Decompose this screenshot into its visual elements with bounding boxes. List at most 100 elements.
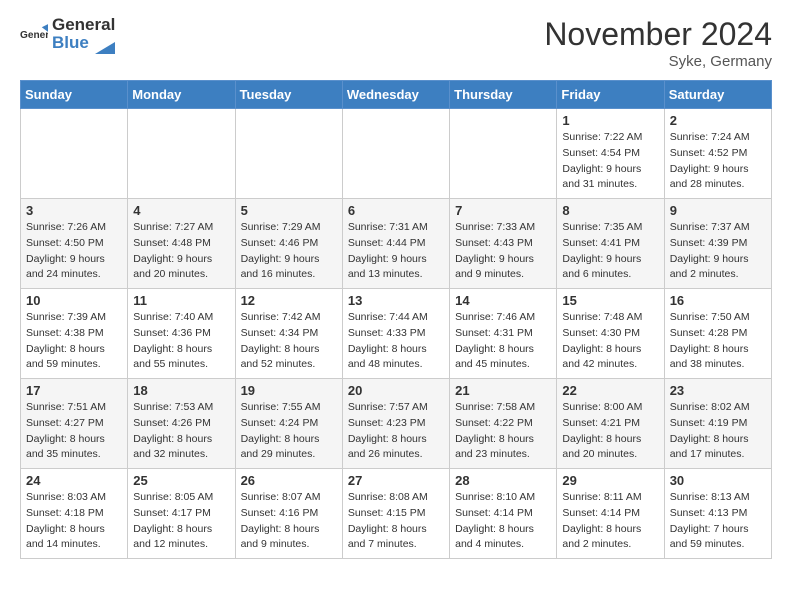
- table-row: 10Sunrise: 7:39 AM Sunset: 4:38 PM Dayli…: [21, 289, 128, 379]
- day-number: 15: [562, 293, 658, 308]
- table-row: 18 Sunrise: 7:53 AM Sunset: 4:26 PM Dayli…: [128, 379, 235, 469]
- day-info: Sunrise: 7:26 AM Sunset: 4:50 PM Dayligh…: [26, 220, 122, 283]
- logo-icon: General: [20, 21, 48, 49]
- day-number: 19: [241, 383, 337, 398]
- table-row: 2 Sunrise: 7:24 AM Sunset: 4:52 PM Daylig…: [664, 109, 771, 199]
- day-number: 1: [562, 113, 658, 128]
- day-info: Sunrise: 8:10 AM Sunset: 4:14 PM Dayligh…: [455, 490, 551, 553]
- table-row: [342, 109, 449, 199]
- header-wednesday: Wednesday: [342, 81, 449, 109]
- day-info: Sunrise: 7:55 AM Sunset: 4:24 PM Dayligh…: [241, 400, 337, 463]
- table-row: 6 Sunrise: 7:31 AM Sunset: 4:44 PM Daylig…: [342, 199, 449, 289]
- day-number: 13: [348, 293, 444, 308]
- day-info: Sunrise: 7:50 AM Sunset: 4:28 PM Dayligh…: [670, 310, 766, 373]
- table-row: 23 Sunrise: 8:02 AM Sunset: 4:19 PM Dayli…: [664, 379, 771, 469]
- day-info: Sunrise: 8:13 AM Sunset: 4:13 PM Dayligh…: [670, 490, 766, 553]
- day-info: Sunrise: 8:02 AM Sunset: 4:19 PM Dayligh…: [670, 400, 766, 463]
- day-number: 4: [133, 203, 229, 218]
- day-info: Sunrise: 7:27 AM Sunset: 4:48 PM Dayligh…: [133, 220, 229, 283]
- table-row: 28 Sunrise: 8:10 AM Sunset: 4:14 PM Dayli…: [450, 469, 557, 559]
- day-number: 8: [562, 203, 658, 218]
- day-number: 28: [455, 473, 551, 488]
- day-info: Sunrise: 7:53 AM Sunset: 4:26 PM Dayligh…: [133, 400, 229, 463]
- header-tuesday: Tuesday: [235, 81, 342, 109]
- day-info: Sunrise: 7:57 AM Sunset: 4:23 PM Dayligh…: [348, 400, 444, 463]
- day-number: 6: [348, 203, 444, 218]
- weekday-header-row: Sunday Monday Tuesday Wednesday Thursday…: [21, 81, 772, 109]
- day-number: 14: [455, 293, 551, 308]
- table-row: 25Sunrise: 8:05 AM Sunset: 4:17 PM Dayli…: [128, 469, 235, 559]
- day-info: Sunrise: 7:44 AM Sunset: 4:33 PM Dayligh…: [348, 310, 444, 373]
- table-row: 5 Sunrise: 7:29 AM Sunset: 4:46 PM Daylig…: [235, 199, 342, 289]
- header-monday: Monday: [128, 81, 235, 109]
- day-info: Sunrise: 7:29 AM Sunset: 4:46 PM Dayligh…: [241, 220, 337, 283]
- svg-text:General: General: [20, 30, 48, 41]
- day-number: 27: [348, 473, 444, 488]
- location-subtitle: Syke, Germany: [544, 53, 772, 70]
- table-row: 7 Sunrise: 7:33 AM Sunset: 4:43 PM Daylig…: [450, 199, 557, 289]
- table-row: 19 Sunrise: 7:55 AM Sunset: 4:24 PM Dayli…: [235, 379, 342, 469]
- day-number: 7: [455, 203, 551, 218]
- day-info: Sunrise: 7:48 AM Sunset: 4:30 PM Dayligh…: [562, 310, 658, 373]
- header: General General Blue November 2024 Syke,…: [20, 16, 772, 70]
- day-number: 17: [26, 383, 122, 398]
- table-row: 4 Sunrise: 7:27 AM Sunset: 4:48 PM Daylig…: [128, 199, 235, 289]
- table-row: 11Sunrise: 7:40 AM Sunset: 4:36 PM Dayli…: [128, 289, 235, 379]
- day-number: 29: [562, 473, 658, 488]
- day-info: Sunrise: 8:03 AM Sunset: 4:18 PM Dayligh…: [26, 490, 122, 553]
- day-number: 16: [670, 293, 766, 308]
- table-row: 1 Sunrise: 7:22 AM Sunset: 4:54 PM Daylig…: [557, 109, 664, 199]
- calendar-week-row: 3 Sunrise: 7:26 AM Sunset: 4:50 PM Daylig…: [21, 199, 772, 289]
- day-number: 24: [26, 473, 122, 488]
- logo-blue: Blue: [52, 33, 89, 52]
- logo: General General Blue: [20, 16, 115, 54]
- table-row: 27 Sunrise: 8:08 AM Sunset: 4:15 PM Dayli…: [342, 469, 449, 559]
- table-row: 12 Sunrise: 7:42 AM Sunset: 4:34 PM Dayli…: [235, 289, 342, 379]
- day-info: Sunrise: 8:08 AM Sunset: 4:15 PM Dayligh…: [348, 490, 444, 553]
- day-info: Sunrise: 8:11 AM Sunset: 4:14 PM Dayligh…: [562, 490, 658, 553]
- day-info: Sunrise: 7:24 AM Sunset: 4:52 PM Dayligh…: [670, 130, 766, 193]
- day-info: Sunrise: 7:33 AM Sunset: 4:43 PM Dayligh…: [455, 220, 551, 283]
- table-row: 16 Sunrise: 7:50 AM Sunset: 4:28 PM Dayli…: [664, 289, 771, 379]
- day-info: Sunrise: 7:40 AM Sunset: 4:36 PM Dayligh…: [133, 310, 229, 373]
- day-info: Sunrise: 7:42 AM Sunset: 4:34 PM Dayligh…: [241, 310, 337, 373]
- day-info: Sunrise: 7:31 AM Sunset: 4:44 PM Dayligh…: [348, 220, 444, 283]
- table-row: 9 Sunrise: 7:37 AM Sunset: 4:39 PM Daylig…: [664, 199, 771, 289]
- table-row: 3 Sunrise: 7:26 AM Sunset: 4:50 PM Daylig…: [21, 199, 128, 289]
- table-row: 30 Sunrise: 8:13 AM Sunset: 4:13 PM Dayli…: [664, 469, 771, 559]
- table-row: 21Sunrise: 7:58 AM Sunset: 4:22 PM Dayli…: [450, 379, 557, 469]
- day-number: 25: [133, 473, 229, 488]
- day-number: 23: [670, 383, 766, 398]
- day-info: Sunrise: 8:07 AM Sunset: 4:16 PM Dayligh…: [241, 490, 337, 553]
- calendar-table: Sunday Monday Tuesday Wednesday Thursday…: [20, 80, 772, 559]
- page: General General Blue November 2024 Syke,…: [0, 0, 792, 575]
- day-number: 18: [133, 383, 229, 398]
- day-number: 5: [241, 203, 337, 218]
- table-row: 20Sunrise: 7:57 AM Sunset: 4:23 PM Dayli…: [342, 379, 449, 469]
- table-row: [128, 109, 235, 199]
- header-saturday: Saturday: [664, 81, 771, 109]
- header-thursday: Thursday: [450, 81, 557, 109]
- table-row: 17 Sunrise: 7:51 AM Sunset: 4:27 PM Dayli…: [21, 379, 128, 469]
- table-row: [450, 109, 557, 199]
- table-row: 14Sunrise: 7:46 AM Sunset: 4:31 PM Dayli…: [450, 289, 557, 379]
- table-row: 29 Sunrise: 8:11 AM Sunset: 4:14 PM Dayli…: [557, 469, 664, 559]
- day-info: Sunrise: 7:37 AM Sunset: 4:39 PM Dayligh…: [670, 220, 766, 283]
- day-number: 21: [455, 383, 551, 398]
- calendar-week-row: 10Sunrise: 7:39 AM Sunset: 4:38 PM Dayli…: [21, 289, 772, 379]
- day-info: Sunrise: 7:51 AM Sunset: 4:27 PM Dayligh…: [26, 400, 122, 463]
- calendar-week-row: 17 Sunrise: 7:51 AM Sunset: 4:27 PM Dayli…: [21, 379, 772, 469]
- table-row: 13 Sunrise: 7:44 AM Sunset: 4:33 PM Dayli…: [342, 289, 449, 379]
- day-number: 9: [670, 203, 766, 218]
- calendar-week-row: 1 Sunrise: 7:22 AM Sunset: 4:54 PM Daylig…: [21, 109, 772, 199]
- table-row: 22Sunrise: 8:00 AM Sunset: 4:21 PM Dayli…: [557, 379, 664, 469]
- month-title: November 2024: [544, 16, 772, 53]
- day-info: Sunrise: 7:35 AM Sunset: 4:41 PM Dayligh…: [562, 220, 658, 283]
- day-number: 3: [26, 203, 122, 218]
- logo-triangle-icon: [95, 34, 115, 54]
- day-number: 12: [241, 293, 337, 308]
- day-info: Sunrise: 7:22 AM Sunset: 4:54 PM Dayligh…: [562, 130, 658, 193]
- day-number: 2: [670, 113, 766, 128]
- day-number: 30: [670, 473, 766, 488]
- day-info: Sunrise: 8:00 AM Sunset: 4:21 PM Dayligh…: [562, 400, 658, 463]
